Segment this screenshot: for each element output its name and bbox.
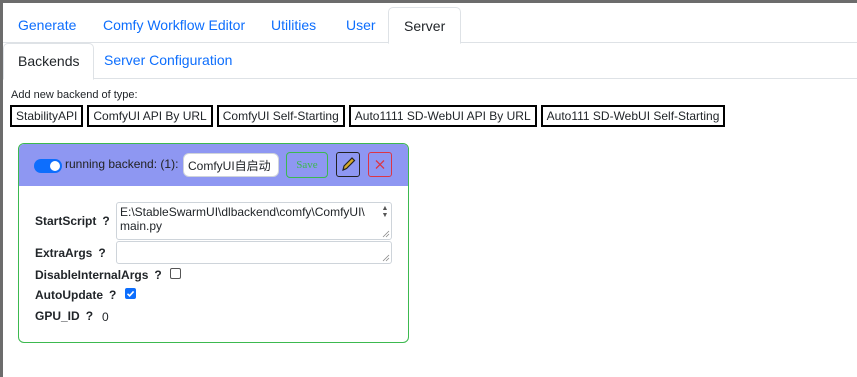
disable-internal-args-label-text: DisableInternalArgs [35, 268, 149, 282]
disable-internal-args-checkbox[interactable] [170, 268, 181, 279]
start-script-label: StartScript? [35, 214, 110, 228]
save-button[interactable]: Save [286, 152, 328, 178]
gpu-id-help-icon[interactable]: ? [86, 309, 93, 323]
auto-update-checkbox[interactable] [125, 288, 136, 299]
tab-server[interactable]: Server [388, 7, 462, 44]
disable-internal-args-label: DisableInternalArgs? [35, 268, 162, 282]
backend-card-header: running backend: (1): Save [19, 144, 408, 186]
tab-generate[interactable]: Generate [3, 7, 91, 43]
resize-grip-icon[interactable] [382, 254, 390, 262]
tab-backends[interactable]: Backends [3, 43, 95, 80]
tab-utilities[interactable]: Utilities [256, 7, 331, 43]
gpu-id-value[interactable]: 0 [102, 310, 109, 324]
tab-comfy-workflow-editor[interactable]: Comfy Workflow Editor [88, 7, 260, 43]
server-sub-tab-bar: Backends Server Configuration [3, 43, 857, 80]
start-script-value-line1: E:\StableSwarmUI\dlbackend\comfy\ComfyUI… [120, 205, 365, 219]
spinner-icon[interactable]: ▲ ▼ [381, 205, 389, 219]
extra-args-label-text: ExtraArgs [35, 246, 93, 260]
disable-internal-args-help-icon[interactable]: ? [154, 268, 161, 282]
resize-grip-icon[interactable] [382, 230, 390, 238]
backend-enabled-toggle[interactable] [34, 159, 62, 173]
start-script-field[interactable]: E:\StableSwarmUI\dlbackend\comfy\ComfyUI… [116, 202, 392, 240]
backend-title-input[interactable] [183, 153, 279, 177]
auto-update-label: AutoUpdate? [35, 288, 116, 302]
toggle-knob [50, 161, 60, 171]
start-script-help-icon[interactable]: ? [102, 214, 109, 228]
pencil-icon [342, 157, 356, 172]
add-stabilityapi-button[interactable]: StabilityAPI [10, 105, 84, 127]
add-auto111-self-starting-button[interactable]: Auto111 SD-WebUI Self-Starting [540, 105, 726, 127]
extra-args-label: ExtraArgs? [35, 246, 106, 260]
edit-button[interactable] [336, 152, 360, 177]
extra-args-field[interactable] [116, 241, 392, 264]
checkmark-icon [126, 290, 135, 297]
auto-update-label-text: AutoUpdate [35, 288, 103, 302]
backend-type-buttons: StabilityAPI ComfyUI API By URL ComfyUI … [10, 105, 729, 127]
start-script-value-line2: main.py [120, 219, 163, 233]
gpu-id-label-text: GPU_ID [35, 309, 80, 323]
add-backend-label: Add new backend of type: [11, 89, 138, 101]
add-comfyui-api-by-url-button[interactable]: ComfyUI API By URL [87, 105, 213, 127]
add-auto1111-api-by-url-button[interactable]: Auto1111 SD-WebUI API By URL [348, 105, 537, 127]
tab-server-configuration[interactable]: Server Configuration [90, 43, 246, 79]
main-tab-bar: Generate Comfy Workflow Editor Utilities… [3, 3, 857, 44]
auto-update-help-icon[interactable]: ? [109, 288, 116, 302]
close-icon [375, 160, 385, 169]
backend-card: running backend: (1): Save StartScript? … [18, 143, 409, 343]
tab-user[interactable]: User [331, 7, 391, 43]
start-script-label-text: StartScript [35, 214, 97, 228]
gpu-id-label: GPU_ID? [35, 309, 93, 323]
backend-status-text: running backend: (1): [65, 157, 179, 171]
add-comfyui-self-starting-button[interactable]: ComfyUI Self-Starting [216, 105, 345, 127]
extra-args-help-icon[interactable]: ? [98, 246, 105, 260]
delete-button[interactable] [368, 152, 392, 177]
